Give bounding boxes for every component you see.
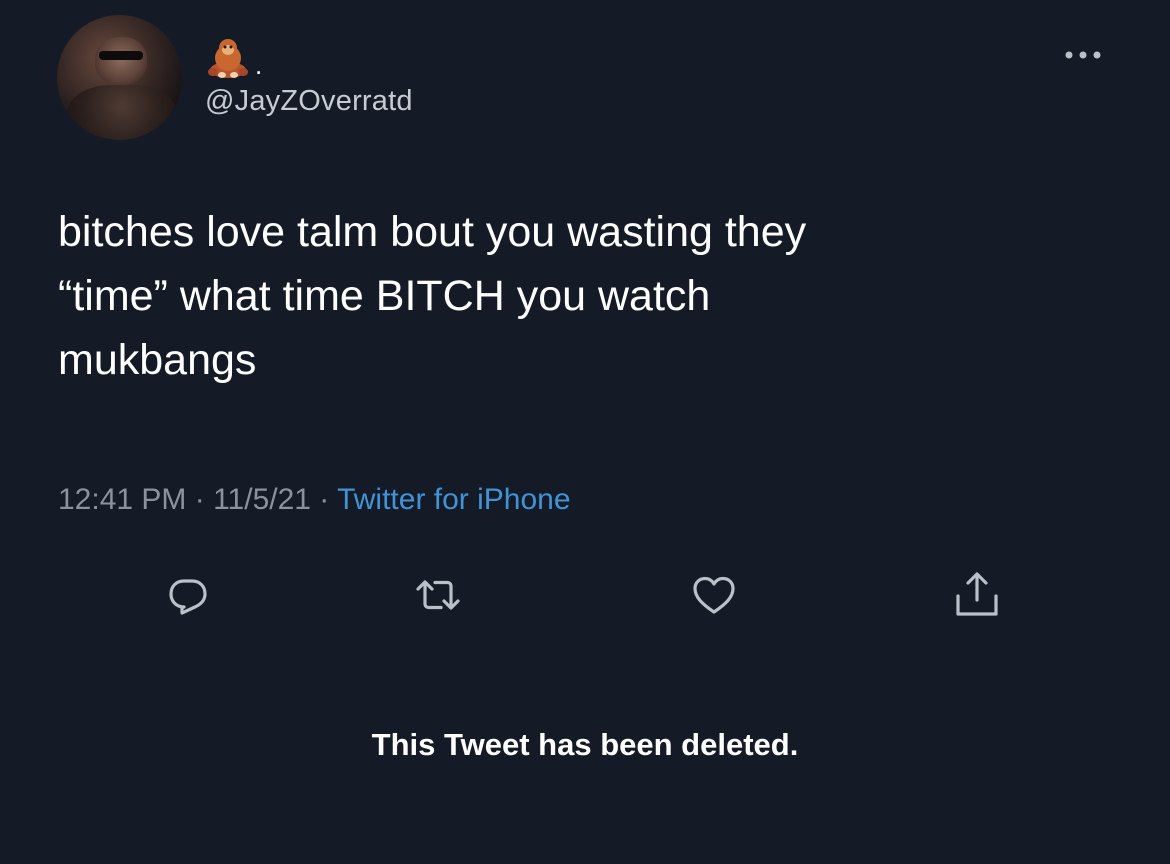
tweet-time: 12:41 PM: [58, 483, 187, 516]
retweet-button[interactable]: [413, 570, 463, 620]
heart-icon: [693, 576, 735, 614]
more-options-icon[interactable]: [1058, 45, 1108, 65]
display-name[interactable]: .: [205, 30, 262, 80]
retweet-icon: [416, 580, 460, 610]
tweet-meta: 12:41 PM · 11/5/21 · Twitter for iPhone: [58, 483, 571, 517]
avatar-sunglasses: [99, 51, 143, 60]
reply-button[interactable]: [163, 570, 213, 620]
like-button[interactable]: [689, 570, 739, 620]
avatar[interactable]: [57, 15, 182, 140]
share-icon: [956, 572, 998, 616]
monkey-emoji-icon: [208, 39, 248, 78]
reply-icon: [169, 579, 207, 615]
action-bar: [0, 570, 1170, 620]
tweet-source-link[interactable]: Twitter for iPhone: [337, 483, 570, 516]
avatar-body: [67, 85, 177, 140]
meta-separator: ·: [186, 483, 214, 516]
share-button[interactable]: [952, 570, 1002, 620]
meta-separator: ·: [310, 483, 338, 516]
tweet-card: . @JayZOverratd bitches love talm bout y…: [0, 0, 1170, 864]
tweet-text: bitches love talm bout you wasting they …: [58, 208, 807, 384]
user-handle[interactable]: @JayZOverratd: [205, 85, 413, 118]
tweet-date: 11/5/21: [213, 483, 311, 516]
avatar-face: [95, 37, 147, 85]
deleted-notice: This Tweet has been deleted.: [371, 727, 799, 762]
display-name-suffix: .: [255, 50, 263, 80]
